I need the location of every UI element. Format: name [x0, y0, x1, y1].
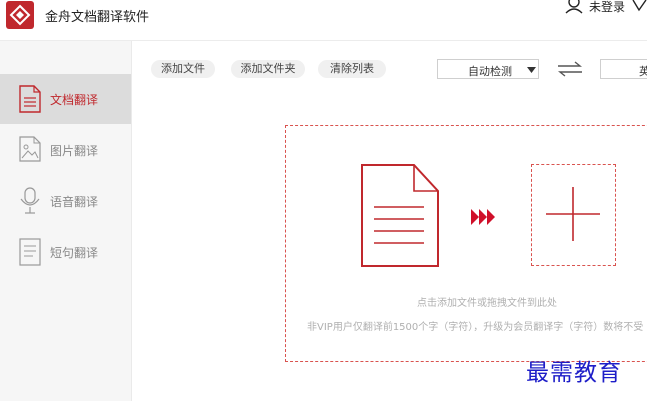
add-folder-button[interactable]: 添加文件夹 [231, 60, 305, 78]
title-bar: 金舟文档翻译软件 未登录 [0, 0, 647, 41]
login-link[interactable]: 未登录 [589, 0, 625, 15]
sidebar-item-image-translate[interactable]: 图片翻译 [0, 125, 131, 175]
add-file-button[interactable]: 添加文件 [151, 60, 215, 78]
sidebar-item-document-translate[interactable]: 文档翻译 [0, 74, 131, 124]
vip-limit-note: 非VIP用户仅翻译前1500个字（字符），升级为会员翻译字（字符）数将不受 [307, 322, 644, 333]
app-logo-icon [6, 1, 34, 29]
add-file-target[interactable] [531, 164, 616, 266]
user-icon[interactable] [564, 0, 584, 14]
target-language-select[interactable]: 英 [600, 59, 647, 79]
sidebar: 文档翻译 图片翻译 语音翻译 短句翻译 [0, 41, 132, 401]
sidebar-item-label: 短句翻译 [50, 246, 99, 260]
document-icon [19, 85, 41, 113]
sidebar-item-label: 语音翻译 [50, 195, 99, 209]
watermark-text: 最需教育 [526, 360, 622, 386]
document-file-icon [361, 164, 439, 267]
clear-list-button[interactable]: 清除列表 [318, 60, 386, 78]
text-lines-icon [19, 238, 41, 266]
target-language-value: 英 [639, 63, 647, 78]
swap-languages-icon[interactable] [556, 61, 584, 77]
convert-arrow-icon [471, 209, 495, 225]
microphone-icon [20, 187, 40, 214]
source-language-select[interactable]: 自动检测 [437, 59, 539, 79]
sidebar-item-voice-translate[interactable]: 语音翻译 [0, 176, 131, 226]
sidebar-item-label: 图片翻译 [50, 144, 99, 158]
drop-zone-hint: 点击添加文件或拖拽文件到此处 [417, 298, 557, 309]
sidebar-item-sentence-translate[interactable]: 短句翻译 [0, 227, 131, 277]
app-title: 金舟文档翻译软件 [45, 10, 150, 25]
plus-icon [546, 187, 600, 241]
sidebar-item-label: 文档翻译 [50, 93, 99, 107]
caret-down-icon [527, 67, 536, 73]
image-icon [19, 136, 41, 162]
membership-icon[interactable] [632, 0, 647, 13]
source-language-value: 自动检测 [468, 65, 512, 78]
